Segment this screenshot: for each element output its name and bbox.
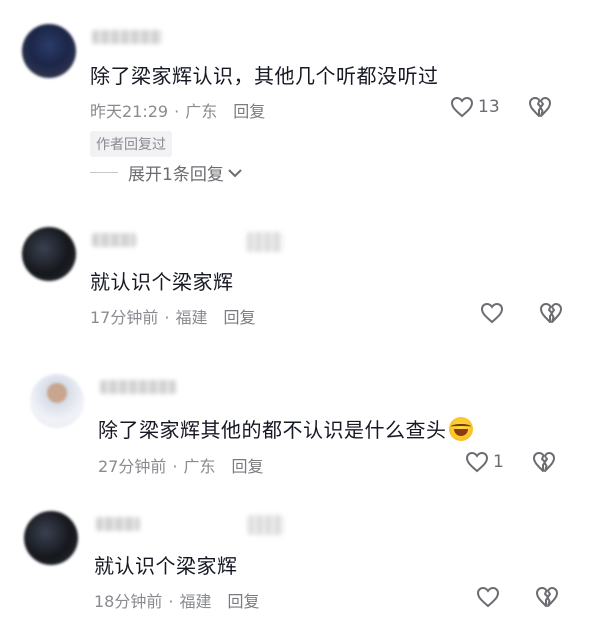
comment-text: 除了梁家辉其他的都不认识是什么查头: [98, 414, 473, 443]
reply-button[interactable]: 回复: [223, 308, 255, 327]
reply-button[interactable]: 回复: [231, 457, 263, 476]
avatar[interactable]: [22, 227, 76, 281]
comment-text: 就认识个梁家辉: [94, 554, 238, 578]
expand-replies-label: 展开1条回复: [128, 165, 224, 185]
avatar[interactable]: [22, 24, 76, 78]
broken-heart-icon: [529, 97, 551, 117]
heart-outline-icon: [450, 96, 474, 118]
dislike-button[interactable]: [535, 586, 559, 608]
like-button[interactable]: 1: [465, 451, 504, 473]
divider: [90, 172, 118, 173]
like-button[interactable]: [476, 586, 500, 608]
comment-time: 17分钟前: [90, 308, 159, 327]
comment-meta: 昨天21:29 · 广东 回复: [90, 102, 266, 121]
dislike-button[interactable]: [539, 302, 563, 324]
reply-button[interactable]: 回复: [227, 592, 259, 611]
username-blurred[interactable]: [96, 517, 140, 531]
like-button[interactable]: [480, 302, 504, 324]
comment-time: 27分钟前: [98, 457, 167, 476]
comment-text-body: 除了梁家辉其他的都不认识是什么查头: [98, 418, 447, 442]
dislike-button[interactable]: [532, 451, 556, 473]
comment-time: 18分钟前: [94, 592, 163, 611]
expand-replies-button[interactable]: 展开1条回复: [90, 160, 243, 185]
heart-outline-icon: [476, 586, 500, 608]
author-replied-tag: 作者回复过: [90, 131, 172, 157]
comment-location: 福建: [179, 592, 212, 611]
username-blurred[interactable]: [92, 233, 136, 247]
dislike-button[interactable]: [528, 96, 552, 118]
like-button[interactable]: 13: [450, 96, 500, 118]
comment-meta: 18分钟前 · 福建 回复: [94, 592, 260, 611]
comment-time: 昨天21:29: [90, 102, 169, 121]
username-blurred[interactable]: [100, 380, 176, 394]
username-blurred[interactable]: [92, 30, 162, 44]
broken-heart-icon: [533, 452, 555, 472]
comment-location: 广东: [183, 457, 216, 476]
heart-outline-icon: [465, 451, 489, 473]
broken-heart-icon: [540, 303, 562, 323]
comment-meta: 27分钟前 · 广东 回复: [98, 457, 264, 476]
broken-heart-icon: [536, 587, 558, 607]
avatar[interactable]: [24, 511, 78, 565]
badge-blurred: [248, 515, 284, 535]
comment-meta: 17分钟前 · 福建 回复: [90, 308, 256, 327]
badge-blurred: [247, 232, 283, 252]
comment-location: 广东: [185, 102, 218, 121]
comment-text: 除了梁家辉认识，其他几个听都没听过: [90, 64, 439, 88]
avatar[interactable]: [30, 374, 84, 428]
comment-text: 就认识个梁家辉: [90, 270, 234, 294]
comment-location: 福建: [175, 308, 208, 327]
like-count: 1: [493, 452, 504, 472]
reply-button[interactable]: 回复: [233, 102, 265, 121]
rolling-laughing-emoji-icon: [448, 417, 473, 441]
heart-outline-icon: [480, 302, 504, 324]
chevron-down-icon: [228, 168, 242, 177]
like-count: 13: [478, 97, 500, 117]
